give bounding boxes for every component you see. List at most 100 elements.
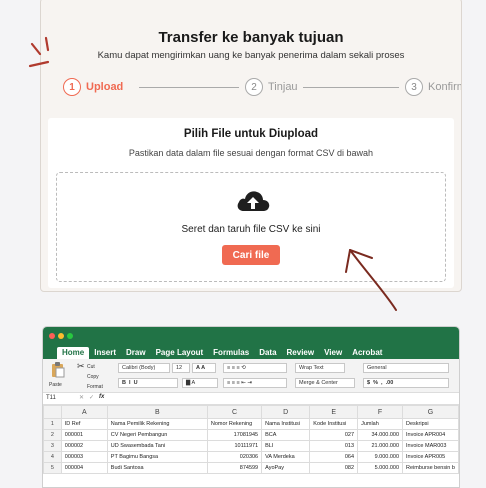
cell[interactable]: VA Merdeka [261, 451, 311, 463]
number-format-buttons[interactable]: $ % , .00 [363, 378, 449, 388]
font-family-select[interactable]: Calibri (Body) [118, 363, 170, 373]
cell[interactable]: 874599 [206, 462, 263, 474]
cell[interactable]: 013 [309, 440, 359, 452]
scissors-icon[interactable]: ✂ [77, 361, 85, 372]
cell[interactable]: 000002 [60, 440, 108, 452]
step-confirm[interactable]: 3 Konfirmasi [405, 77, 461, 97]
cell[interactable]: 082 [309, 462, 359, 474]
row-header[interactable]: 1 [43, 418, 62, 430]
step-number: 1 [63, 78, 81, 96]
ribbon-toolbar: Paste ✂ Cut Copy Format Calibri (Body) 1… [43, 359, 459, 393]
cell-reference[interactable]: T11 [46, 395, 56, 401]
copy-label[interactable]: Copy [87, 374, 99, 380]
text-style-buttons[interactable]: B I U [118, 378, 178, 388]
cell[interactable]: Invoice APR004 [402, 429, 459, 441]
formula-confirm-icon[interactable]: ✓ [89, 394, 94, 401]
stepper: 1 Upload 2 Tinjau 3 Konfirmasi [63, 77, 461, 97]
tab-view[interactable]: View [319, 347, 347, 359]
column-header[interactable]: E [309, 405, 359, 419]
tab-data[interactable]: Data [254, 347, 281, 359]
cell[interactable]: CV Negeri Pembangun [106, 429, 208, 441]
page-subtitle: Kamu dapat mengirimkan uang ke banyak pe… [97, 50, 405, 61]
browse-file-button[interactable]: Cari file [222, 245, 280, 265]
font-size-select[interactable]: 12 [172, 363, 190, 373]
row-header[interactable]: 2 [43, 429, 62, 441]
tab-review[interactable]: Review [282, 347, 320, 359]
cell[interactable]: 027 [309, 429, 359, 441]
cell[interactable]: Budi Santosa [106, 462, 208, 474]
cell[interactable]: ID Ref [60, 418, 108, 430]
cell[interactable]: Deskripsi [402, 418, 459, 430]
cell[interactable]: AyoPay [261, 462, 311, 474]
cell[interactable]: BLI [261, 440, 311, 452]
ribbon-header: Home Insert Draw Page Layout Formulas Da… [43, 327, 459, 359]
ribbon-tabs: Home Insert Draw Page Layout Formulas Da… [57, 347, 387, 359]
cell[interactable]: 17081945 [206, 429, 263, 441]
table-row: 4 000003 PT Bagimu Bangsa 020306 VA Merd… [43, 451, 459, 463]
tab-insert[interactable]: Insert [89, 347, 121, 359]
merge-center-button[interactable]: Merge & Center [295, 378, 355, 388]
close-window-icon[interactable] [49, 333, 55, 339]
tab-acrobat[interactable]: Acrobat [347, 347, 387, 359]
wrap-text-button[interactable]: Wrap Text [295, 363, 345, 373]
cell[interactable]: 21.000.000 [357, 440, 404, 452]
column-header[interactable]: A [60, 405, 108, 419]
step-upload[interactable]: 1 Upload [63, 77, 123, 97]
row-header[interactable]: 5 [43, 462, 62, 474]
align-buttons[interactable]: ≡ ≡ ≡ ⇤ ⇥ [223, 378, 287, 388]
cell[interactable]: 064 [309, 451, 359, 463]
cell[interactable]: 000001 [60, 429, 108, 441]
column-header[interactable]: B [106, 405, 208, 419]
row-header[interactable]: 3 [43, 440, 62, 452]
formula-cancel-icon[interactable]: ✕ [79, 394, 84, 401]
column-header-row: A B C D E F G [43, 405, 459, 419]
cell[interactable]: Invoice MAR003 [402, 440, 459, 452]
tab-draw[interactable]: Draw [121, 347, 151, 359]
step-label: Upload [86, 81, 124, 93]
corner-cell[interactable] [43, 405, 62, 419]
tab-home[interactable]: Home [57, 347, 90, 359]
tab-formulas[interactable]: Formulas [208, 347, 254, 359]
cell[interactable]: Nomor Rekening [206, 418, 263, 430]
maximize-window-icon[interactable] [67, 333, 73, 339]
cell[interactable]: Kode Institusi [309, 418, 359, 430]
cell[interactable]: 9.000.000 [357, 451, 404, 463]
font-resize-buttons[interactable]: A A [192, 363, 216, 373]
cell[interactable]: Jumlah [357, 418, 404, 430]
upload-title: Pilih File untuk Diupload [183, 128, 319, 140]
minimize-window-icon[interactable] [58, 333, 64, 339]
cell[interactable]: 5.000.000 [357, 462, 404, 474]
cell[interactable]: 000003 [60, 451, 108, 463]
cell[interactable]: UD Swasembada Tani [106, 440, 208, 452]
cell[interactable]: 10111971 [206, 440, 263, 452]
row-header[interactable]: 4 [43, 451, 62, 463]
column-header[interactable]: G [402, 405, 459, 419]
format-painter-label[interactable]: Format [87, 384, 103, 390]
upload-subtitle: Pastikan data dalam file sesuai dengan f… [128, 148, 374, 158]
cell[interactable]: Reimburse bensin b [402, 462, 459, 474]
hand-drawn-arrow-icon [345, 249, 397, 311]
column-header[interactable]: C [206, 405, 263, 419]
cell[interactable]: Invoice APR005 [402, 451, 459, 463]
formula-bar[interactable]: T11 ✕ ✓ fx [43, 393, 459, 405]
cell[interactable]: 34.000.000 [357, 429, 404, 441]
spreadsheet-grid: A B C D E F G 1 ID Ref Nama Pemilik Reke… [43, 405, 459, 474]
align-top-buttons[interactable]: ≡ ≡ ≡ ⟲ [223, 363, 287, 373]
number-format-select[interactable]: General [363, 363, 449, 373]
cell[interactable]: 020306 [206, 451, 263, 463]
cell[interactable]: Nama Pemilik Rekening [106, 418, 208, 430]
step-review[interactable]: 2 Tinjau [245, 77, 298, 97]
paste-icon[interactable] [51, 362, 65, 378]
function-icon[interactable]: fx [99, 394, 104, 400]
column-header[interactable]: D [261, 405, 311, 419]
column-header[interactable]: F [357, 405, 404, 419]
fill-color-button[interactable]: ▇ A [182, 378, 218, 388]
cell[interactable]: BCA [261, 429, 311, 441]
cell[interactable]: 000004 [60, 462, 108, 474]
paste-label: Paste [49, 382, 62, 388]
cut-label[interactable]: Cut [87, 364, 95, 370]
cell[interactable]: Nama Institusi [261, 418, 311, 430]
tab-page-layout[interactable]: Page Layout [151, 347, 209, 359]
cell[interactable]: PT Bagimu Bangsa [106, 451, 208, 463]
step-label: Tinjau [268, 81, 298, 93]
